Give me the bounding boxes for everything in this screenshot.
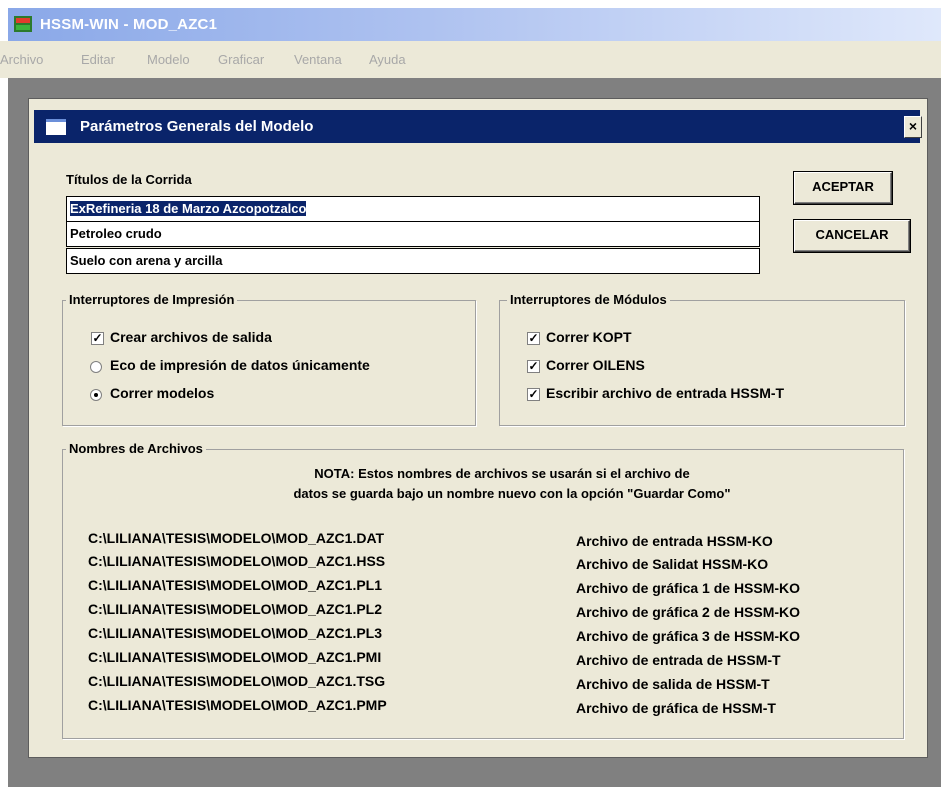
file-path-pl2: C:\LILIANA\TESIS\MODELO\MOD_AZC1.PL2: [88, 601, 383, 617]
run-oilens-checkbox[interactable]: ✓: [527, 360, 540, 373]
run-oilens-label: Correr OILENS: [546, 357, 645, 373]
file-desc-pmp: Archivo de gráfica de HSSM-T: [576, 700, 776, 716]
run-models-radio[interactable]: [90, 389, 102, 401]
file-path-pmp: C:\LILIANA\TESIS\MODELO\MOD_AZC1.PMP: [88, 697, 387, 713]
create-output-label: Crear archivos de salida: [110, 329, 272, 345]
file-desc-pmi: Archivo de entrada de HSSM-T: [576, 652, 781, 668]
file-path-tsg: C:\LILIANA\TESIS\MODELO\MOD_AZC1.TSG: [88, 673, 386, 689]
file-desc-pl2: Archivo de gráfica 2 de HSSM-KO: [576, 604, 801, 620]
titles-label: Títulos de la Corrida: [66, 172, 192, 187]
echo-only-radio[interactable]: [90, 361, 102, 373]
cancel-button[interactable]: CANCELAR: [794, 220, 910, 252]
dialog-titlebar: Parámetros Generals del Modelo: [34, 110, 920, 143]
file-names-legend: Nombres de Archivos: [66, 441, 206, 456]
title-field-2[interactable]: Petroleo crudo: [66, 221, 760, 247]
run-kopt-label: Correr KOPT: [546, 329, 632, 345]
close-button[interactable]: ×: [904, 116, 922, 138]
accept-button[interactable]: ACEPTAR: [794, 172, 892, 204]
menu-ventana[interactable]: Ventana: [294, 52, 342, 67]
file-path-pmi: C:\LILIANA\TESIS\MODELO\MOD_AZC1.PMI: [88, 649, 382, 665]
menu-bar: Archivo Editar Modelo Graficar Ventana A…: [0, 41, 941, 78]
file-path-pl1: C:\LILIANA\TESIS\MODELO\MOD_AZC1.PL1: [88, 577, 383, 593]
menu-graficar[interactable]: Graficar: [218, 52, 264, 67]
dialog-title: Parámetros Generals del Modelo: [80, 118, 314, 135]
module-switches-legend: Interruptores de Módulos: [507, 292, 670, 307]
echo-only-label: Eco de impresión de datos únicamente: [110, 357, 370, 373]
file-desc-pl3: Archivo de gráfica 3 de HSSM-KO: [576, 628, 801, 644]
run-kopt-checkbox[interactable]: ✓: [527, 332, 540, 345]
menu-editar[interactable]: Editar: [81, 52, 115, 67]
write-hssmt-checkbox[interactable]: ✓: [527, 388, 540, 401]
menu-archivo[interactable]: Archivo: [0, 52, 43, 67]
menu-modelo[interactable]: Modelo: [147, 52, 190, 67]
app-titlebar: HSSM-WIN - MOD_AZC1: [8, 8, 941, 41]
run-models-label: Correr modelos: [110, 385, 215, 401]
file-path-dat: C:\LILIANA\TESIS\MODELO\MOD_AZC1.DAT: [88, 530, 385, 546]
create-output-checkbox[interactable]: ✓: [91, 332, 104, 345]
write-hssmt-label: Escribir archivo de entrada HSSM-T: [546, 385, 785, 401]
app-title: HSSM-WIN - MOD_AZC1: [40, 16, 218, 33]
title-field-1[interactable]: ExRefineria 18 de Marzo Azcopotzalco: [66, 196, 760, 222]
title-field-3[interactable]: Suelo con arena y arcilla: [66, 248, 760, 274]
note-line-2: datos se guarda bajo un nombre nuevo con…: [293, 486, 731, 501]
note-line-1: NOTA: Estos nombres de archivos se usará…: [314, 466, 690, 481]
file-path-pl3: C:\LILIANA\TESIS\MODELO\MOD_AZC1.PL3: [88, 625, 383, 641]
menu-ayuda[interactable]: Ayuda: [369, 52, 406, 67]
file-desc-pl1: Archivo de gráfica 1 de HSSM-KO: [576, 580, 801, 596]
file-desc-hss: Archivo de Salidat HSSM-KO: [576, 556, 769, 572]
print-switches-legend: Interruptores de Impresión: [66, 292, 238, 307]
file-desc-dat: Archivo de entrada HSSM-KO: [576, 533, 773, 549]
app-icon: [14, 16, 32, 32]
file-path-hss: C:\LILIANA\TESIS\MODELO\MOD_AZC1.HSS: [88, 553, 386, 569]
file-desc-tsg: Archivo de salida de HSSM-T: [576, 676, 770, 692]
window-icon: [46, 119, 66, 135]
